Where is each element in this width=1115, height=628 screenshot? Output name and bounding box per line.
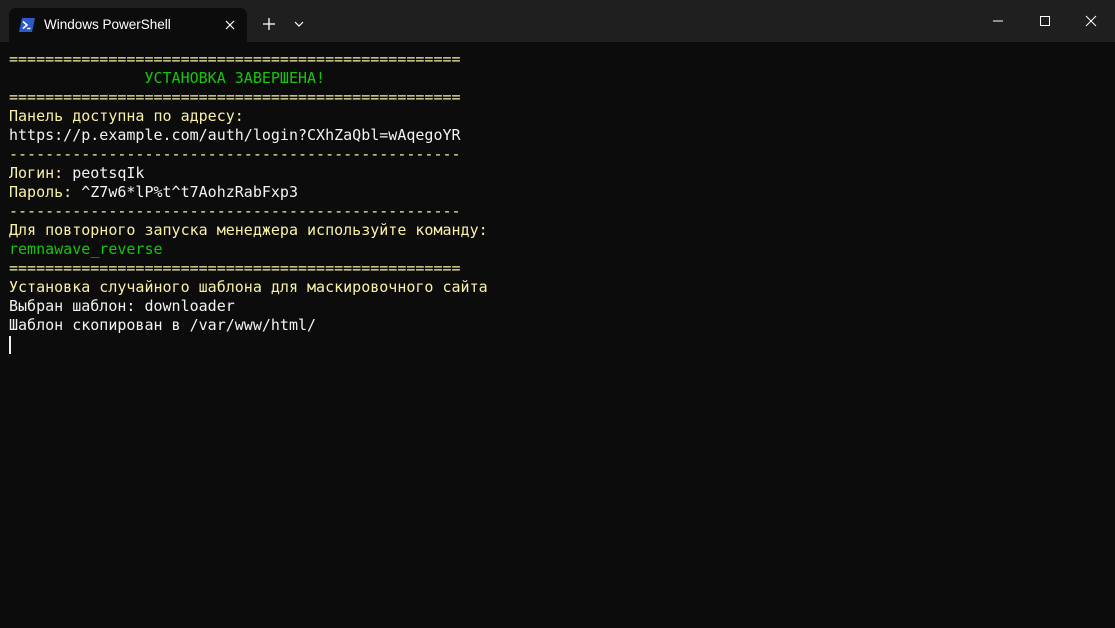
text-cursor — [9, 336, 11, 354]
dash-separator-line: ----------------------------------------… — [9, 202, 461, 220]
login-line: Логин: peotsqIk — [9, 164, 1109, 183]
template-selected-line: Выбран шаблон: downloader — [9, 297, 235, 315]
minimize-icon[interactable] — [990, 13, 1006, 29]
separator-line: ========================================… — [9, 259, 461, 277]
powershell-window: Windows PowerShell =====================… — [0, 0, 1115, 628]
rerun-command: remnawave_reverse — [9, 240, 163, 258]
install-complete-heading: УСТАНОВКА ЗАВЕРШЕНА! — [9, 69, 326, 87]
dash-separator-line: ----------------------------------------… — [9, 145, 461, 163]
template-copied-line: Шаблон скопирован в /var/www/html/ — [9, 316, 317, 334]
rerun-hint: Для повторного запуска менеджера использ… — [9, 221, 488, 239]
template-install-line: Установка случайного шаблона для маскиро… — [9, 278, 488, 296]
panel-address-label: Панель доступна по адресу: — [9, 107, 244, 125]
tab-close-icon[interactable] — [223, 18, 237, 32]
new-tab-plus-icon[interactable] — [260, 15, 278, 33]
terminal-output[interactable]: ========================================… — [9, 50, 1109, 620]
login-label: Логин: — [9, 164, 73, 182]
chevron-down-icon[interactable] — [291, 16, 307, 32]
password-line: Пароль: ^Z7w6*lP%t^t7AohzRabFxp3 — [9, 183, 1109, 202]
password-label: Пароль: — [9, 183, 82, 201]
close-icon[interactable] — [1083, 13, 1099, 29]
panel-url: https://p.example.com/auth/login?CXhZaQb… — [9, 126, 461, 144]
login-value: peotsqIk — [72, 164, 145, 182]
separator-line: ========================================… — [9, 50, 461, 68]
tab-powershell[interactable]: Windows PowerShell — [9, 8, 247, 42]
separator-line: ========================================… — [9, 88, 461, 106]
tab-title: Windows PowerShell — [44, 17, 171, 32]
powershell-icon — [19, 18, 35, 32]
password-value: ^Z7w6*lP%t^t7AohzRabFxp3 — [81, 183, 298, 201]
maximize-icon[interactable] — [1037, 13, 1053, 29]
title-bar: Windows PowerShell — [0, 0, 1115, 42]
